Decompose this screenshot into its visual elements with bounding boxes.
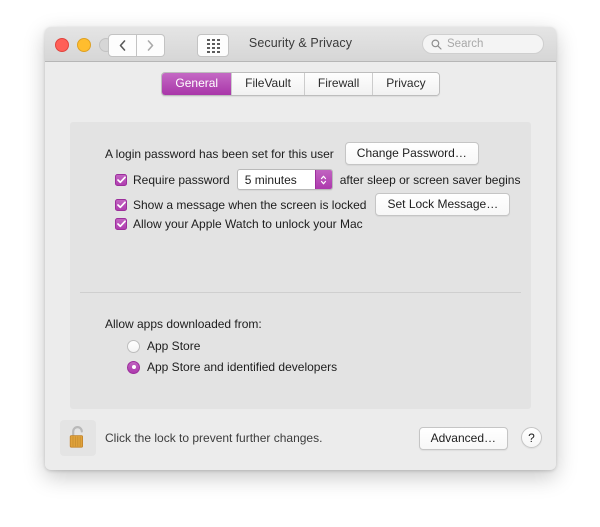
search-icon — [431, 39, 442, 50]
login-password-row: A login password has been set for this u… — [105, 142, 479, 165]
allow-apps-option-identified-developers[interactable]: App Store and identified developers — [127, 360, 337, 374]
show-lock-message-checkbox[interactable] — [115, 198, 127, 211]
radio-app-store-label: App Store — [147, 339, 201, 353]
tab-filevault[interactable]: FileVault — [231, 73, 304, 95]
checkmark-icon — [116, 175, 126, 183]
window-body: General FileVault Firewall Privacy A log… — [45, 62, 556, 469]
security-privacy-window: Security & Privacy General FileVault Fir… — [45, 27, 556, 470]
set-lock-message-button[interactable]: Set Lock Message… — [375, 193, 511, 216]
require-password-suffix-label: after sleep or screen saver begins — [339, 172, 521, 187]
window-bottom-bar: Click the lock to prevent further change… — [45, 414, 556, 469]
section-divider — [80, 292, 521, 293]
help-button[interactable]: ? — [521, 427, 542, 448]
require-password-interval-value: 5 minutes — [244, 172, 297, 187]
lock-button[interactable] — [60, 420, 96, 456]
tab-bar: General FileVault Firewall Privacy — [45, 72, 556, 96]
radio-app-store[interactable] — [127, 339, 140, 353]
lock-message-row: Show a message when the screen is locked… — [115, 193, 511, 216]
tab-privacy[interactable]: Privacy — [372, 73, 439, 95]
allow-apps-heading: Allow apps downloaded from: — [105, 317, 262, 331]
checkmark-icon — [116, 220, 126, 228]
require-password-interval-popup[interactable]: 5 minutes — [236, 169, 333, 190]
apple-watch-row: Allow your Apple Watch to unlock your Ma… — [115, 217, 363, 231]
chevron-updown-icon — [314, 170, 332, 189]
allow-apps-option-app-store[interactable]: App Store — [127, 339, 200, 353]
lock-status-message: Click the lock to prevent further change… — [105, 431, 323, 445]
require-password-row: Require password 5 minutes after sleep o… — [115, 169, 520, 190]
radio-identified-developers-label: App Store and identified developers — [147, 360, 338, 374]
tab-general[interactable]: General — [162, 73, 232, 95]
radio-identified-developers[interactable] — [127, 360, 140, 374]
login-password-status-label: A login password has been set for this u… — [105, 146, 334, 161]
change-password-button[interactable]: Change Password… — [344, 142, 479, 165]
allow-apps-heading-row: Allow apps downloaded from: — [105, 317, 262, 331]
window-titlebar: Security & Privacy — [45, 27, 556, 62]
show-lock-message-label: Show a message when the screen is locked — [133, 197, 367, 212]
tab-firewall[interactable]: Firewall — [303, 73, 373, 95]
apple-watch-checkbox[interactable] — [115, 218, 127, 230]
advanced-button[interactable]: Advanced… — [418, 427, 508, 450]
general-settings-panel: A login password has been set for this u… — [70, 122, 531, 409]
search-field[interactable] — [422, 34, 544, 54]
search-input[interactable] — [447, 38, 535, 50]
checkmark-icon — [116, 200, 126, 208]
require-password-label: Require password — [133, 172, 230, 187]
unlocked-padlock-icon — [69, 426, 83, 448]
require-password-checkbox[interactable] — [115, 173, 127, 186]
apple-watch-label: Allow your Apple Watch to unlock your Ma… — [133, 217, 363, 231]
